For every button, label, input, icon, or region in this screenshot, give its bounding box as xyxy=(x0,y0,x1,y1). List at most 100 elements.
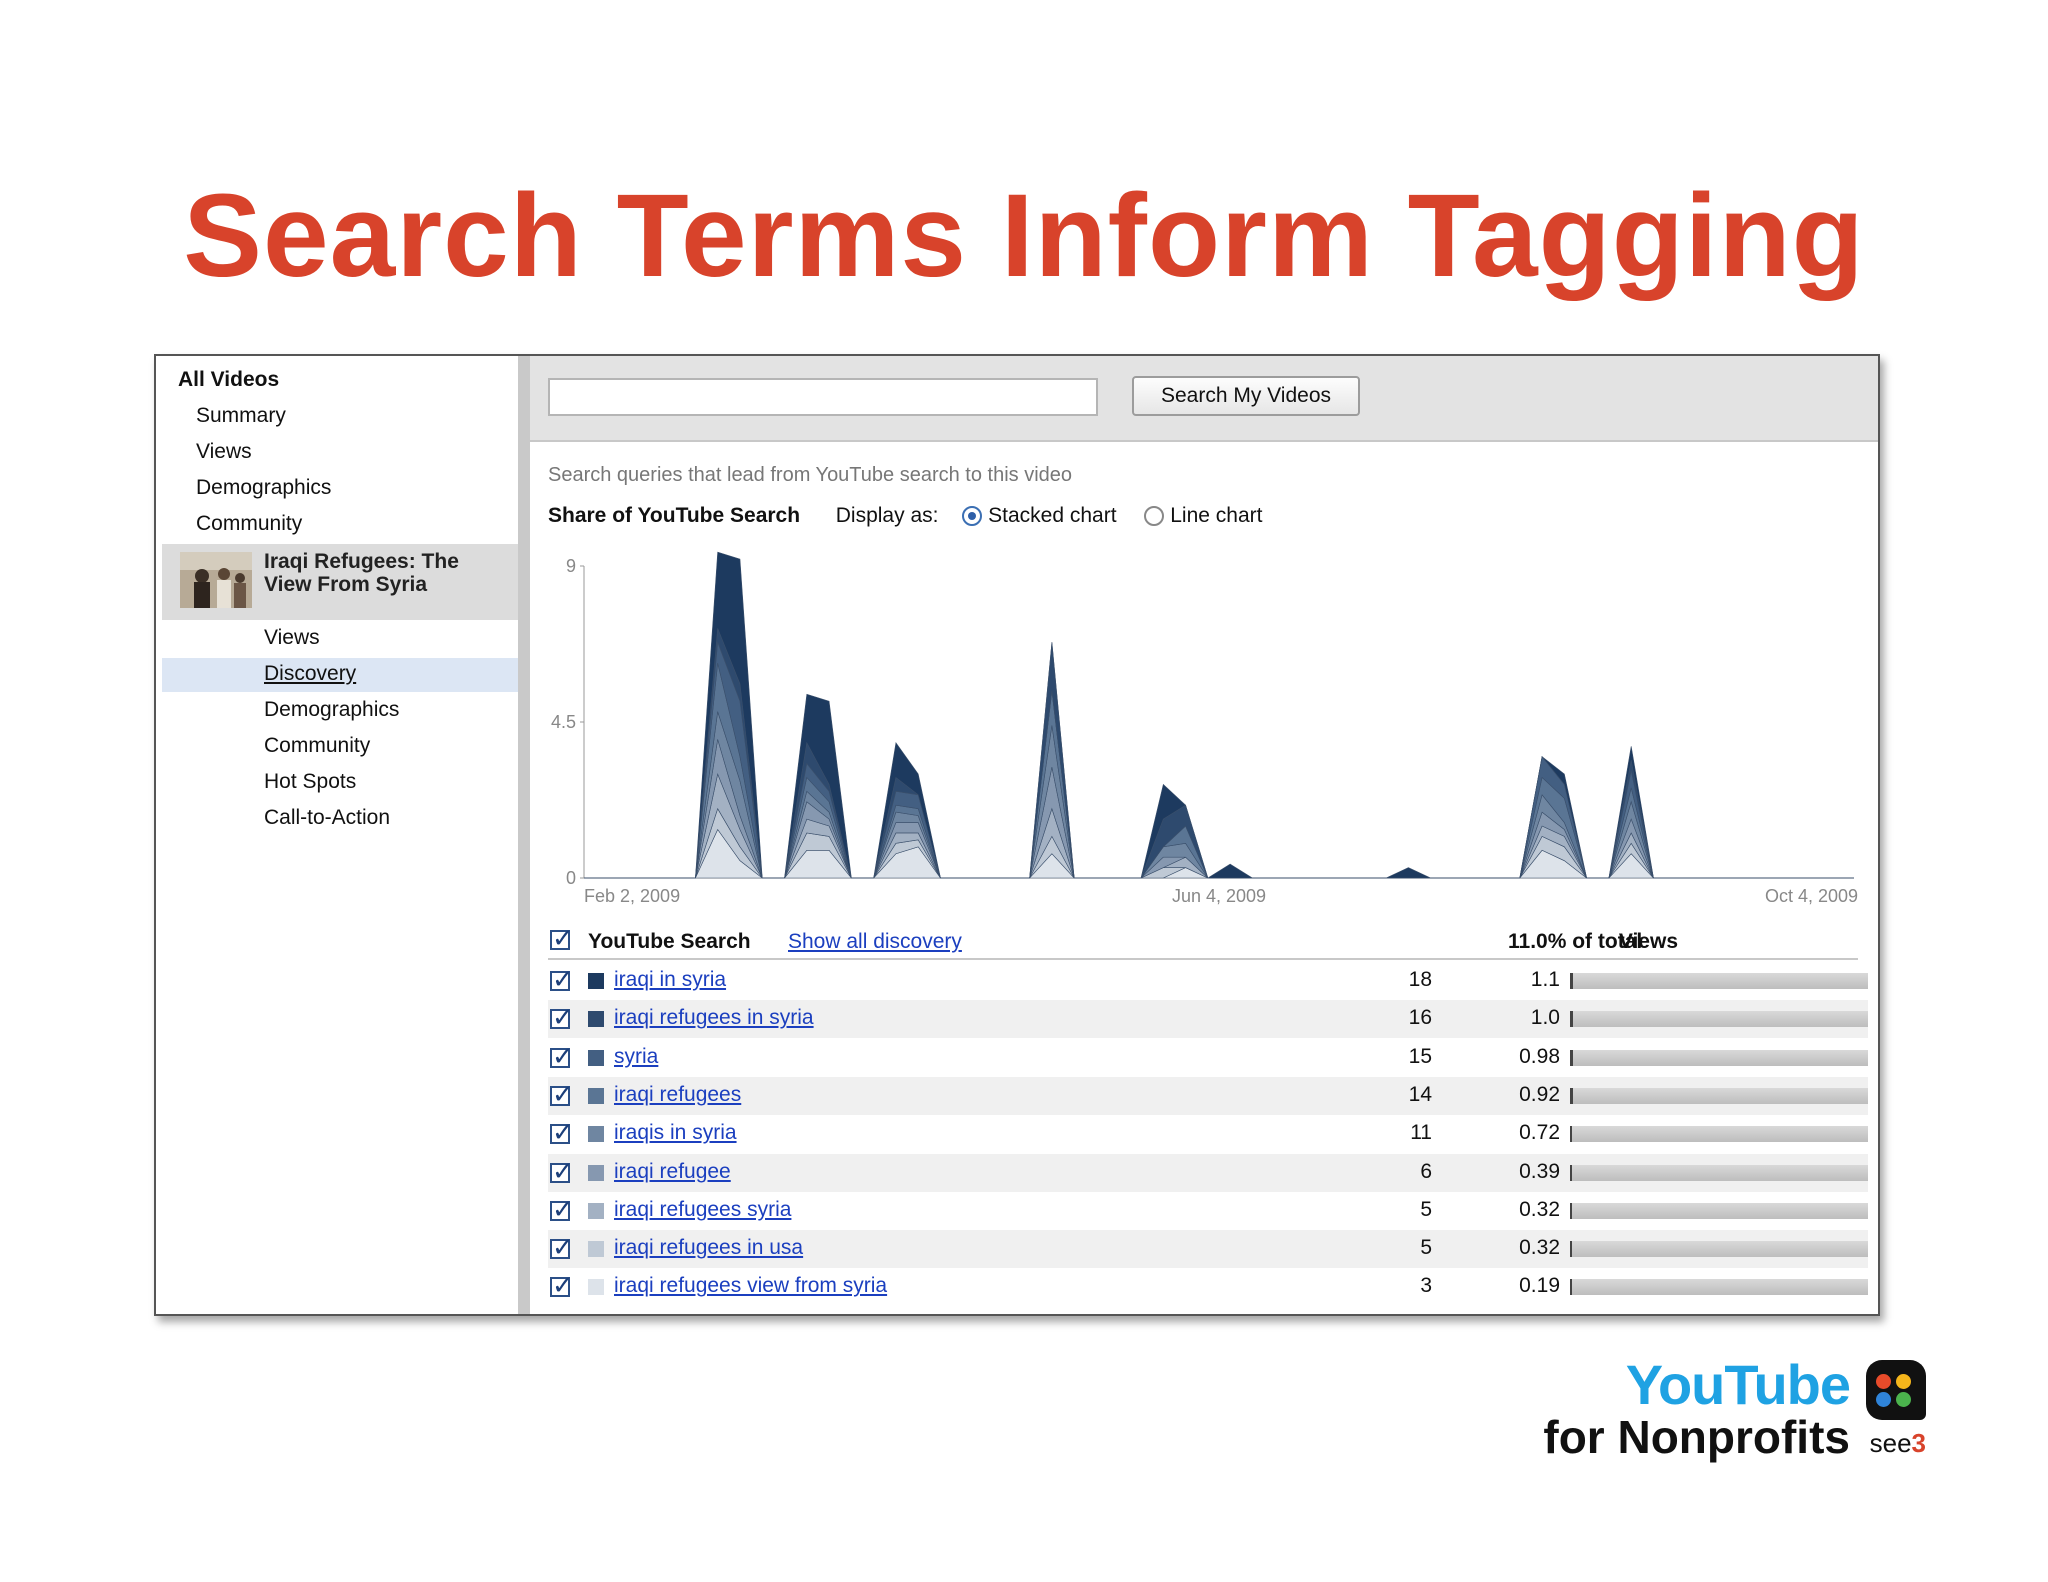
sidebar: All Videos Summary Views Demographics Co… xyxy=(156,356,518,1314)
percent-total-header[interactable]: 11.0% of total xyxy=(1508,930,1642,954)
row-checkbox[interactable] xyxy=(550,1271,574,1301)
series-color-swatch xyxy=(588,1202,604,1219)
percent-bar-fill xyxy=(1570,1011,1573,1028)
row-checkbox[interactable] xyxy=(550,1157,574,1187)
percent-value: 1.0 xyxy=(1530,1006,1560,1030)
series-color-swatch xyxy=(588,1087,604,1104)
search-term-link[interactable]: syria xyxy=(614,1045,658,1069)
search-term-link[interactable]: iraqis in syria xyxy=(614,1121,737,1145)
series-area-syria xyxy=(584,642,1854,879)
percent-value: 0.32 xyxy=(1519,1236,1560,1260)
sidebar-video-item-hot-spots[interactable]: Hot Spots xyxy=(264,770,356,794)
for-nonprofits-wordmark: for Nonprofits xyxy=(1543,1411,1850,1463)
percent-bar xyxy=(1570,973,1868,989)
percent-bar-fill xyxy=(1570,1087,1573,1104)
header-checkbox[interactable] xyxy=(550,924,574,954)
see3-three: 3 xyxy=(1911,1428,1926,1458)
search-input[interactable] xyxy=(548,378,1098,416)
sidebar-divider[interactable] xyxy=(518,356,530,1314)
slide-title: Search Terms Inform Tagging xyxy=(183,170,1865,302)
display-as-label: Display as: xyxy=(835,504,939,527)
blue-dot-icon xyxy=(1876,1392,1891,1407)
percent-value: 1.1 xyxy=(1530,968,1560,991)
red-dot-icon xyxy=(1876,1374,1891,1389)
selected-video[interactable]: Iraqi Refugees: The View From Syria xyxy=(162,544,518,620)
line-chart-radio[interactable] xyxy=(1144,506,1165,526)
show-all-discovery-link[interactable]: Show all discovery xyxy=(788,930,962,954)
percent-bar-fill xyxy=(1570,1164,1572,1181)
sidebar-item-demographics[interactable]: Demographics xyxy=(196,476,331,500)
sidebar-video-item-community[interactable]: Community xyxy=(264,734,370,758)
sidebar-all-videos[interactable]: All Videos xyxy=(178,368,279,392)
x-tick-label: Oct 4, 2009 xyxy=(1765,886,1858,906)
sidebar-video-item-views[interactable]: Views xyxy=(264,626,320,650)
percent-value: 0.98 xyxy=(1519,1044,1560,1068)
line-chart-label[interactable]: Line chart xyxy=(1170,504,1262,527)
main-panel: Search My Videos Search queries that lea… xyxy=(530,356,1878,1314)
x-tick-label: Jun 4, 2009 xyxy=(1172,886,1266,906)
video-thumbnail xyxy=(180,552,252,608)
series-color-swatch xyxy=(588,973,604,989)
yellow-dot-icon xyxy=(1896,1374,1911,1389)
row-checkbox[interactable] xyxy=(550,1042,574,1072)
series-area-iraqi-refugees xyxy=(584,662,1854,879)
sidebar-item-summary[interactable]: Summary xyxy=(196,404,286,428)
stacked-chart-radio[interactable] xyxy=(962,506,983,526)
series-area-iraqi-in-syria xyxy=(584,551,1854,879)
search-term-link[interactable]: iraqi refugees syria xyxy=(614,1198,791,1222)
table-row: iraqi refugee 6 0.39 xyxy=(548,1153,1868,1192)
row-checkbox[interactable] xyxy=(550,1003,574,1033)
video-title[interactable]: Iraqi Refugees: The View From Syria xyxy=(264,550,459,596)
row-checkbox[interactable] xyxy=(550,1233,574,1263)
sidebar-item-community[interactable]: Community xyxy=(196,512,302,536)
series-color-swatch xyxy=(588,1011,604,1028)
percent-bar xyxy=(1570,1241,1868,1258)
search-term-link[interactable]: iraqi in syria xyxy=(614,968,726,992)
percent-bar xyxy=(1570,1126,1868,1143)
row-checkbox[interactable] xyxy=(550,965,574,995)
search-my-videos-button[interactable]: Search My Videos xyxy=(1132,376,1360,416)
percent-bar-fill xyxy=(1570,1279,1572,1296)
row-checkbox[interactable] xyxy=(550,1118,574,1148)
views-value: 15 xyxy=(1408,1044,1432,1068)
series-area-iraqi-refugees-in-usa xyxy=(584,807,1854,879)
percent-bar xyxy=(1570,1049,1868,1066)
y-tick-label: 0 xyxy=(566,868,576,888)
video-title-line2: View From Syria xyxy=(264,573,428,596)
see3-wordmark: see3 xyxy=(1870,1428,1926,1459)
percent-bar xyxy=(1570,1164,1868,1181)
percent-bar-fill xyxy=(1570,973,1574,989)
y-tick-label: 9 xyxy=(566,556,576,576)
search-term-link[interactable]: iraqi refugees view from syria xyxy=(614,1274,887,1298)
stacked-area-chart: 9 4.5 0 Feb 2, 2009 Jun 4, 2009 Oct 4, 2009 xyxy=(551,551,1858,906)
sidebar-video-item-call-to-action[interactable]: Call-to-Action xyxy=(264,806,390,830)
series-area-iraqis-in-syria xyxy=(584,711,1854,879)
sidebar-video-item-discovery[interactable]: Discovery xyxy=(264,662,356,686)
youtube-search-header: YouTube Search xyxy=(588,930,751,953)
sidebar-item-views[interactable]: Views xyxy=(196,440,252,464)
youtube-wordmark: YouTube xyxy=(1625,1353,1851,1416)
series-color-swatch xyxy=(588,1126,604,1143)
table-row: iraqi in syria 18 1.1 xyxy=(548,962,1868,1000)
search-term-link[interactable]: iraqi refugees xyxy=(614,1083,741,1107)
green-dot-icon xyxy=(1896,1392,1911,1407)
stacked-chart-label[interactable]: Stacked chart xyxy=(988,504,1116,527)
percent-value: 0.39 xyxy=(1519,1159,1560,1183)
see3-logo-icon xyxy=(1866,1360,1926,1420)
search-term-link[interactable]: iraqi refugees in syria xyxy=(614,1006,814,1030)
percent-bar-fill xyxy=(1570,1202,1572,1219)
table-row: syria 15 0.98 xyxy=(548,1039,1868,1077)
series-color-swatch xyxy=(588,1279,604,1296)
percent-bar-fill xyxy=(1570,1241,1572,1258)
share-label: Share of YouTube Search xyxy=(548,504,801,527)
row-checkbox[interactable] xyxy=(550,1195,574,1225)
sidebar-video-item-demographics[interactable]: Demographics xyxy=(264,698,399,722)
search-term-link[interactable]: iraqi refugee xyxy=(614,1160,731,1184)
search-bar: Search My Videos xyxy=(530,356,1878,442)
search-term-link[interactable]: iraqi refugees in usa xyxy=(614,1236,803,1260)
chart-axis xyxy=(583,566,1854,879)
table-row: iraqi refugees in syria 16 1.0 xyxy=(548,1000,1868,1039)
percent-value: 0.19 xyxy=(1519,1274,1560,1298)
row-checkbox[interactable] xyxy=(550,1080,574,1110)
series-color-swatch xyxy=(588,1241,604,1258)
